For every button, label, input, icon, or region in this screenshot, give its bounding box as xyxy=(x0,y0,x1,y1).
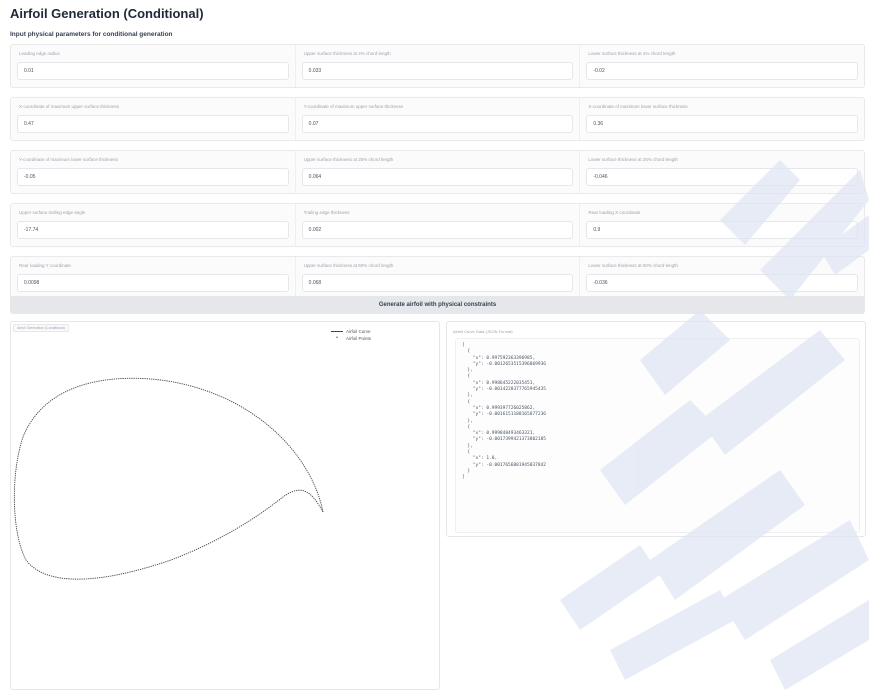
param-label: Upper surface trailing edge angle xyxy=(19,210,86,215)
param-label: Rear loading Y coordinate xyxy=(19,263,71,268)
param-input[interactable]: 0.068 xyxy=(301,274,574,292)
param-label: Upper surface thickness at 60% chord len… xyxy=(303,263,394,268)
parameter-grid: Leading edge radius 0.01 Upper surface t… xyxy=(10,44,865,309)
json-output-panel: Airfoil Curve Data (JSON Format) [ { "x"… xyxy=(446,321,866,537)
param-input[interactable]: 0.9 xyxy=(586,221,859,239)
param-label: X-coordinate of maximum upper surface th… xyxy=(19,104,120,109)
param-upper-thickness-60: Upper surface thickness at 60% chord len… xyxy=(296,257,581,299)
param-row: Upper surface trailing edge angle -17.74… xyxy=(10,203,865,247)
param-input[interactable]: 0.36 xyxy=(586,115,859,133)
param-upper-te-angle: Upper surface trailing edge angle -17.74 xyxy=(11,204,296,246)
param-row: Y-coordinate of maximum lower surface th… xyxy=(10,150,865,194)
param-x-max-lower: X-coordinate of maximum lower surface th… xyxy=(580,98,864,140)
json-output-text[interactable]: [ { "x": 0.997592363396985, "y": -0.0012… xyxy=(455,338,860,533)
param-label: X-coordinate of maximum lower surface th… xyxy=(588,104,688,109)
param-label: Upper surface thickness at 4% chord leng… xyxy=(303,51,391,56)
airfoil-plot xyxy=(13,377,324,580)
param-input[interactable]: 0.064 xyxy=(301,168,574,186)
param-input[interactable]: 0.01 xyxy=(17,62,289,80)
param-input[interactable]: -0.02 xyxy=(586,62,859,80)
airfoil-plot-panel: Airfoil Generation (Conditional) Airfoil… xyxy=(10,321,440,690)
param-input[interactable]: 0.033 xyxy=(301,62,574,80)
param-label: Lower surface thickness at 25% chord len… xyxy=(588,157,678,162)
json-output-label: Airfoil Curve Data (JSON Format) xyxy=(453,329,513,334)
param-te-thickness: Trailing edge thickness 0.002 xyxy=(296,204,581,246)
param-input[interactable]: -17.74 xyxy=(17,221,289,239)
plot-tag: Airfoil Generation (Conditional) xyxy=(13,324,69,332)
param-lower-thickness-60: Lower surface thickness at 60% chord len… xyxy=(580,257,864,299)
param-y-max-lower: Y-coordinate of maximum lower surface th… xyxy=(11,151,296,193)
param-upper-thickness-25: Upper surface thickness at 25% chord len… xyxy=(296,151,581,193)
param-upper-thickness-4: Upper surface thickness at 4% chord leng… xyxy=(296,45,581,87)
param-x-max-upper: X-coordinate of maximum upper surface th… xyxy=(11,98,296,140)
legend-label: Airfoil Curve xyxy=(346,329,371,334)
param-lower-thickness-4: Lower surface thickness at 4% chord leng… xyxy=(580,45,864,87)
param-input[interactable]: 0.47 xyxy=(17,115,289,133)
param-input[interactable]: -0.046 xyxy=(586,168,859,186)
plot-legend: Airfoil Curve • Airfoil Points xyxy=(331,328,371,342)
legend-item-points: • Airfoil Points xyxy=(331,335,371,342)
legend-item-curve: Airfoil Curve xyxy=(331,328,371,335)
param-label: Y-coordinate of maximum lower surface th… xyxy=(19,157,118,162)
legend-line-swatch xyxy=(331,331,343,332)
param-row: Rear loading Y coordinate 0.0098 Upper s… xyxy=(10,256,865,300)
param-label: Rear loading X coordinate xyxy=(588,210,641,215)
param-label: Upper surface thickness at 25% chord len… xyxy=(303,157,394,162)
param-input[interactable]: -0.036 xyxy=(586,274,859,292)
param-y-max-upper: Y-coordinate of maximum upper surface th… xyxy=(296,98,581,140)
param-input[interactable]: -0.05 xyxy=(17,168,289,186)
param-label: Lower surface thickness at 60% chord len… xyxy=(588,263,678,268)
param-label: Leading edge radius xyxy=(19,51,60,56)
param-input[interactable]: 0.07 xyxy=(301,115,574,133)
param-row: Leading edge radius 0.01 Upper surface t… xyxy=(10,44,865,88)
param-lower-thickness-25: Lower surface thickness at 25% chord len… xyxy=(580,151,864,193)
page-title: Airfoil Generation (Conditional) xyxy=(10,6,204,21)
param-input[interactable]: 0.002 xyxy=(301,221,574,239)
generate-button[interactable]: Generate airfoil with physical constrain… xyxy=(10,296,865,314)
legend-label: Airfoil Points xyxy=(346,336,372,341)
param-input[interactable]: 0.0098 xyxy=(17,274,289,292)
legend-dot-swatch: • xyxy=(336,335,338,341)
param-row: X-coordinate of maximum upper surface th… xyxy=(10,97,865,141)
param-rear-loading-x: Rear loading X coordinate 0.9 xyxy=(580,204,864,246)
param-label: Lower surface thickness at 4% chord leng… xyxy=(588,51,676,56)
param-label: Y-coordinate of maximum upper surface th… xyxy=(303,104,404,109)
airfoil-curve xyxy=(13,377,324,580)
section-subtitle: Input physical parameters for conditiona… xyxy=(10,31,173,38)
param-label: Trailing edge thickness xyxy=(303,210,350,215)
param-leading-edge-radius: Leading edge radius 0.01 xyxy=(11,45,296,87)
param-rear-loading-y: Rear loading Y coordinate 0.0098 xyxy=(11,257,296,299)
